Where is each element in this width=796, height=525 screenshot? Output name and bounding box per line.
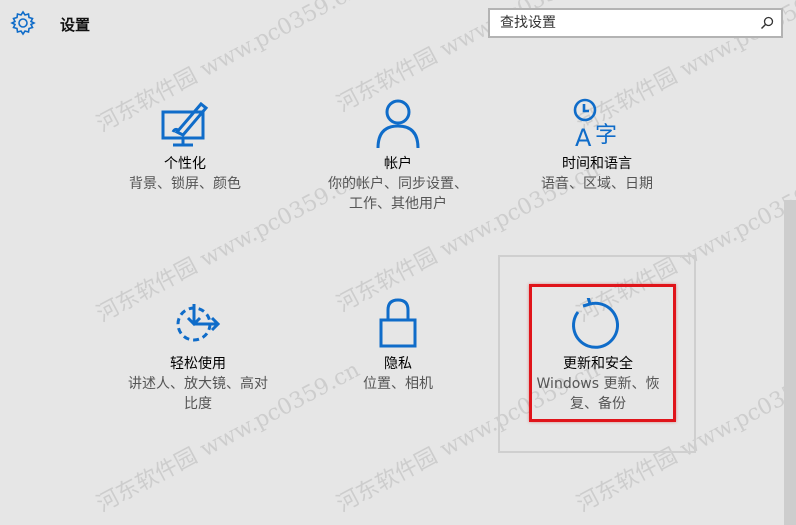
svg-text:A: A xyxy=(575,124,592,150)
page-title: 设置 xyxy=(60,16,91,34)
search-box[interactable] xyxy=(488,8,783,38)
search-icon[interactable] xyxy=(759,15,775,31)
tile-title: 轻松使用 xyxy=(170,356,226,372)
tile-title: 时间和语言 xyxy=(562,156,632,172)
tile-accounts[interactable]: 帐户 你的帐户、同步设置、 工作、其他用户 xyxy=(303,98,493,214)
tile-time-language[interactable]: A 字 时间和语言 语音、区域、日期 xyxy=(502,98,692,194)
tile-ease-of-access[interactable]: 轻松使用 讲述人、放大镜、高对 比度 xyxy=(103,298,293,414)
tile-desc: 语音、区域、日期 xyxy=(541,176,653,192)
scrollbar[interactable] xyxy=(784,200,796,525)
svg-text:字: 字 xyxy=(595,123,617,148)
tile-desc: 位置、相机 xyxy=(363,376,433,392)
time-language-icon: A 字 xyxy=(573,98,617,150)
search-input[interactable] xyxy=(490,10,754,36)
tile-personalization[interactable]: 个性化 背景、锁屏、颜色 xyxy=(90,98,280,194)
privacy-lock-icon xyxy=(379,298,417,348)
tile-desc: 讲述人、放大镜、高对 比度 xyxy=(128,376,268,412)
settings-window: 河东软件园 www.pc0359.cn 河东软件园 www.pc0359.cn … xyxy=(0,0,796,525)
highlight-annotation-box xyxy=(529,284,676,422)
tile-desc: 你的帐户、同步设置、 工作、其他用户 xyxy=(328,176,468,212)
tile-desc: 背景、锁屏、颜色 xyxy=(129,176,241,192)
personalization-icon xyxy=(161,101,209,147)
tile-title: 隐私 xyxy=(384,356,412,372)
tile-title: 个性化 xyxy=(164,156,206,172)
tile-privacy[interactable]: 隐私 位置、相机 xyxy=(303,298,493,394)
gear-icon[interactable] xyxy=(10,10,36,36)
ease-of-access-icon xyxy=(176,304,221,342)
accounts-icon xyxy=(376,99,420,149)
tile-title: 帐户 xyxy=(384,156,412,172)
